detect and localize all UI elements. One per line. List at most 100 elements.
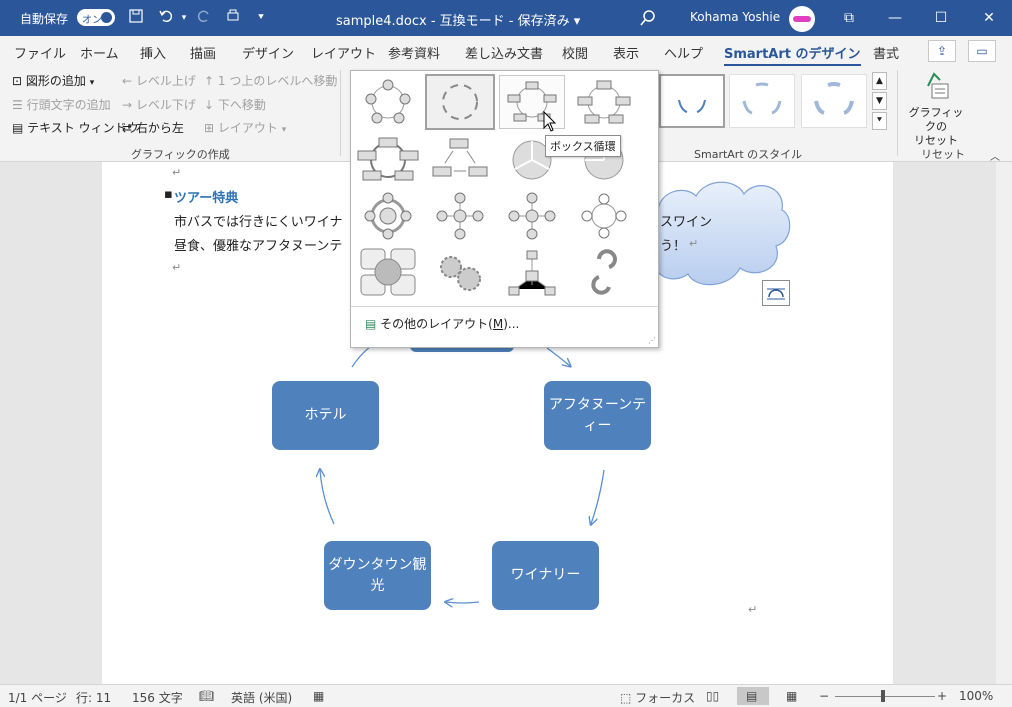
print-preview-icon[interactable] xyxy=(223,8,243,28)
zoom-level[interactable]: 100% xyxy=(959,689,993,703)
status-chars[interactable]: 156 文字 xyxy=(132,689,183,706)
layout-basic-cycle[interactable] xyxy=(355,75,421,129)
tab-mailings[interactable]: 差し込み文書 xyxy=(465,43,543,62)
paragraph-mark: ↵ xyxy=(689,237,699,250)
maximize-button[interactable]: ☐ xyxy=(918,0,964,36)
gallery-expand-icon[interactable]: ⯆ xyxy=(872,112,887,130)
layout-continuous-cycle[interactable] xyxy=(355,133,421,187)
smartart-node-hotel[interactable]: ホテル xyxy=(272,381,379,450)
connector-left xyxy=(320,470,335,525)
zoom-in-button[interactable]: + xyxy=(937,689,947,703)
undo-dropdown-icon[interactable]: ▾ xyxy=(174,8,194,28)
undo-icon[interactable] xyxy=(156,8,176,28)
layout-multidirectional-cycle[interactable] xyxy=(427,133,493,187)
reset-graphic-icon xyxy=(927,72,949,99)
arrow-left-icon: ← xyxy=(122,74,133,88)
layout-basic-radial[interactable] xyxy=(427,189,493,243)
search-icon[interactable] xyxy=(638,8,658,28)
toggle-knob xyxy=(101,12,112,23)
read-mode-icon[interactable]: ▯▯ xyxy=(706,689,719,703)
smartart-icon: ▤ xyxy=(365,317,377,331)
status-bar: 1/1 ページ 行: 11 156 文字 📖︎ 英語 (米国) ▦ ⬚ フォーカ… xyxy=(0,684,1012,707)
layout-gear[interactable] xyxy=(427,245,493,299)
add-shape-icon: ⊡ xyxy=(12,74,23,88)
close-button[interactable]: ✕ xyxy=(966,0,1012,36)
smartart-style-2[interactable] xyxy=(729,74,795,128)
web-layout-icon[interactable]: ▦ xyxy=(786,689,797,703)
text-pane-button[interactable]: ▤ テキスト ウィンドウ xyxy=(12,119,139,136)
autosave-toggle[interactable]: オン xyxy=(77,9,115,26)
move-down-button[interactable]: ↓ 下へ移動 xyxy=(204,96,266,113)
tab-insert[interactable]: 挿入 xyxy=(140,43,166,62)
gallery-scroll-down-icon[interactable]: ▼ xyxy=(872,92,887,110)
minimize-button[interactable]: — xyxy=(872,0,918,36)
layout-nondirectional-cycle[interactable] xyxy=(571,75,637,129)
tab-review[interactable]: 校閲 xyxy=(562,43,588,62)
more-layouts-key: M xyxy=(492,317,504,331)
accessibility-icon[interactable]: ▦ xyxy=(313,689,324,703)
connector-top-right xyxy=(546,347,570,366)
layout-radial-cycle[interactable] xyxy=(355,189,421,243)
layout-label: レイアウト xyxy=(217,121,278,135)
gallery-scroll-up-icon[interactable]: ▲ xyxy=(872,72,887,90)
zoom-out-button[interactable]: − xyxy=(819,689,829,703)
move-up-button[interactable]: ↑ 1 つ上のレベルへ移動 xyxy=(204,72,337,89)
layout-cycle-matrix[interactable] xyxy=(355,245,421,299)
more-layouts-button[interactable]: ▤ その他のレイアウト(M)... xyxy=(365,315,519,332)
comments-icon[interactable]: ▭ xyxy=(968,40,996,62)
avatar[interactable] xyxy=(789,6,815,32)
zoom-slider-thumb[interactable] xyxy=(881,690,885,702)
smartart-style-1[interactable] xyxy=(659,74,725,128)
demote-button[interactable]: → レベル下げ xyxy=(122,96,196,113)
layout-radial-cluster[interactable] xyxy=(499,245,565,299)
layout-radial-venn[interactable] xyxy=(571,189,637,243)
layout-button[interactable]: ⊞ レイアウト ▾ xyxy=(204,119,286,136)
share-icon[interactable]: ⇪ xyxy=(928,40,956,62)
reset-graphic-button[interactable]: グラフィックの リセット xyxy=(904,72,968,148)
proofing-icon[interactable]: 📖︎ xyxy=(199,689,214,703)
tooltip: ボックス循環 xyxy=(545,135,621,157)
demote-label: レベル下げ xyxy=(135,98,196,112)
collapse-ribbon-icon[interactable]: ︿ xyxy=(990,148,1000,163)
ribbon-separator xyxy=(897,70,898,156)
tab-draw[interactable]: 描画 xyxy=(190,43,216,62)
redo-icon xyxy=(194,8,214,28)
smartart-style-3[interactable] xyxy=(801,74,867,128)
right-to-left-button[interactable]: ⇄ 右から左 xyxy=(122,119,184,136)
add-bullet-button[interactable]: ☰ 行頭文字の追加 xyxy=(12,96,111,113)
smartart-node-afternoon-tea[interactable]: アフタヌーンティー xyxy=(544,381,651,450)
tab-layout[interactable]: レイアウト xyxy=(311,43,376,62)
connector-right xyxy=(591,469,605,524)
promote-button[interactable]: ← レベル上げ xyxy=(122,72,196,89)
tab-file[interactable]: ファイル xyxy=(14,43,66,62)
tab-view[interactable]: 表示 xyxy=(613,43,639,62)
reset-graphic-label-1: グラフィックの xyxy=(908,106,964,133)
layout-circle-arrow[interactable] xyxy=(571,245,637,299)
focus-mode-button[interactable]: ⬚ フォーカス xyxy=(620,689,695,706)
tab-references[interactable]: 参考資料 xyxy=(388,43,440,62)
customize-qat-icon[interactable]: ⯆ xyxy=(251,8,271,28)
tab-help[interactable]: ヘルプ xyxy=(664,43,703,62)
layout-text-cycle[interactable] xyxy=(425,74,495,130)
user-name[interactable]: Kohama Yoshie xyxy=(690,10,780,24)
ribbon-display-icon[interactable]: ⧉ xyxy=(826,0,872,36)
tab-design[interactable]: デザイン xyxy=(242,43,294,62)
smartart-node-winery[interactable]: ワイナリー xyxy=(492,541,599,610)
resize-grip-icon[interactable]: ⋰ xyxy=(648,336,656,345)
tab-home[interactable]: ホーム xyxy=(80,43,119,62)
vertical-scrollbar[interactable] xyxy=(996,162,1012,684)
ribbon-separator xyxy=(340,70,341,156)
tab-format[interactable]: 書式 xyxy=(873,43,899,62)
status-language[interactable]: 英語 (米国) xyxy=(231,689,292,706)
add-shape-button[interactable]: ⊡ 図形の追加 ▾ xyxy=(12,72,94,89)
zoom-slider[interactable] xyxy=(835,696,935,697)
status-line[interactable]: 行: 11 xyxy=(76,689,111,706)
org-chart-icon: ⊞ xyxy=(204,121,215,135)
layout-diverging-radial[interactable] xyxy=(499,189,565,243)
smartart-node-downtown[interactable]: ダウンタウン観光 xyxy=(324,541,431,610)
document-title[interactable]: sample4.docx - 互換モード - 保存済み ▾ xyxy=(336,10,580,29)
save-icon[interactable] xyxy=(126,8,146,28)
print-layout-icon[interactable]: ▤ xyxy=(746,689,757,703)
tab-smartart-design[interactable]: SmartArt のデザイン xyxy=(724,43,861,66)
status-page[interactable]: 1/1 ページ xyxy=(8,689,67,706)
